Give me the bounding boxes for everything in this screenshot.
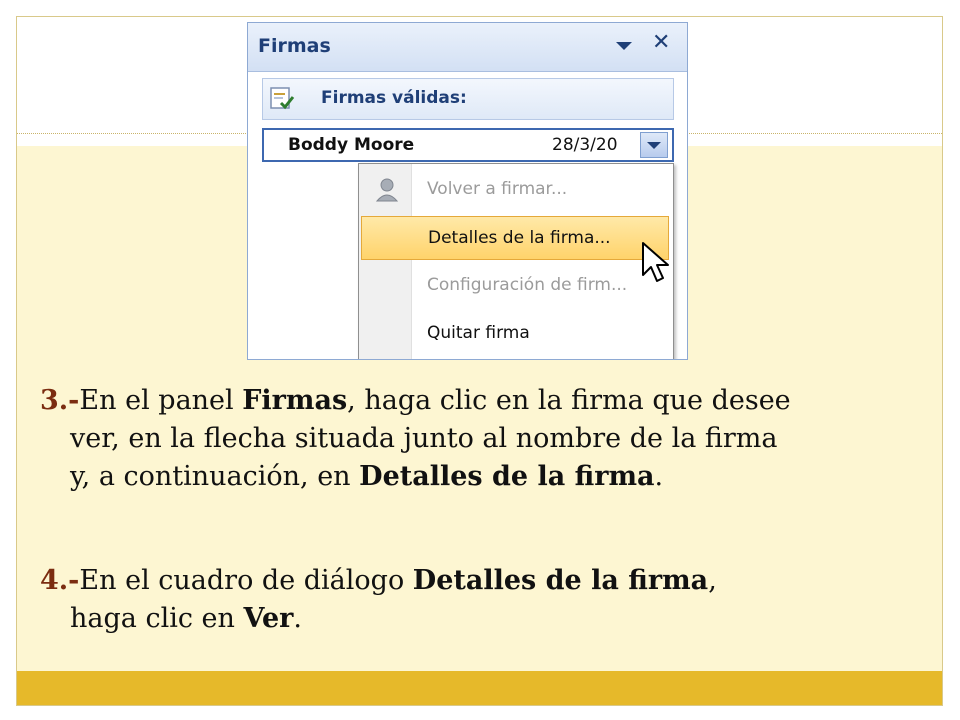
menu-item-label: Configuración de firm... — [427, 275, 628, 295]
step-3-line-3: y, a continuación, en Detalles de la fir… — [40, 458, 930, 496]
menu-item-resign[interactable]: Volver a firmar... — [361, 168, 669, 212]
signature-combo[interactable]: Boddy Moore 28/3/20 — [262, 128, 674, 162]
step-emphasis: Ver — [243, 603, 294, 634]
menu-item-label: Volver a firmar... — [427, 179, 568, 199]
step-3-line-1: 3.-En el panel Firmas, haga clic en la f… — [40, 382, 930, 420]
step-3-paragraph: 3.-En el panel Firmas, haga clic en la f… — [40, 382, 930, 496]
signature-date: 28/3/20 — [552, 135, 618, 155]
step-4-line-1: 4.-En el cuadro de diálogo Detalles de l… — [40, 562, 930, 600]
menu-item-signature-details[interactable]: Detalles de la firma... — [361, 216, 669, 260]
panel-header: Firmas ✕ — [248, 23, 687, 72]
step-number: 3.- — [40, 385, 80, 416]
valid-signatures-label: Firmas válidas: — [321, 88, 467, 108]
menu-item-remove-signature[interactable]: Quitar firma — [361, 312, 669, 356]
step-3-line-2: ver, en la flecha situada junto al nombr… — [70, 423, 778, 454]
valid-signatures-header: Firmas válidas: — [262, 78, 674, 120]
panel-title: Firmas — [258, 35, 331, 57]
step-text: , haga clic en la firma que desee — [347, 385, 791, 416]
mouse-pointer-icon — [642, 242, 669, 282]
close-icon[interactable]: ✕ — [652, 32, 670, 54]
panel-options-arrow-icon[interactable] — [616, 42, 632, 50]
step-emphasis: Detalles de la firma — [359, 461, 655, 492]
menu-item-signature-setup[interactable]: Configuración de firm... — [361, 264, 669, 308]
signatures-panel: Firmas ✕ Firmas válidas: Boddy Moore 28/… — [247, 22, 688, 360]
menu-item-label: Detalles de la firma... — [428, 228, 611, 248]
step-emphasis: Detalles de la firma — [412, 565, 709, 596]
signature-dropdown-button[interactable] — [640, 132, 668, 158]
signature-context-menu: Volver a firmar... Detalles de la firma.… — [358, 163, 674, 359]
step-text: En el panel — [79, 385, 243, 416]
menu-item-label: Quitar firma — [427, 323, 530, 343]
step-text: , — [708, 565, 717, 596]
step-4-line-2: haga clic en Ver. — [40, 600, 930, 638]
step-text: y, a continuación, en — [70, 461, 360, 492]
step-text: En el cuadro de diálogo — [79, 565, 413, 596]
step-text: . — [654, 461, 664, 492]
signature-check-icon — [270, 87, 295, 110]
step-text: haga clic en — [70, 603, 244, 634]
step-emphasis: Firmas — [242, 385, 348, 416]
chevron-down-icon — [647, 142, 661, 149]
step-4-paragraph: 4.-En el cuadro de diálogo Detalles de l… — [40, 562, 930, 638]
signer-name: Boddy Moore — [288, 135, 415, 155]
signer-icon — [375, 178, 399, 202]
step-number: 4.- — [40, 565, 80, 596]
step-text: . — [293, 603, 302, 634]
